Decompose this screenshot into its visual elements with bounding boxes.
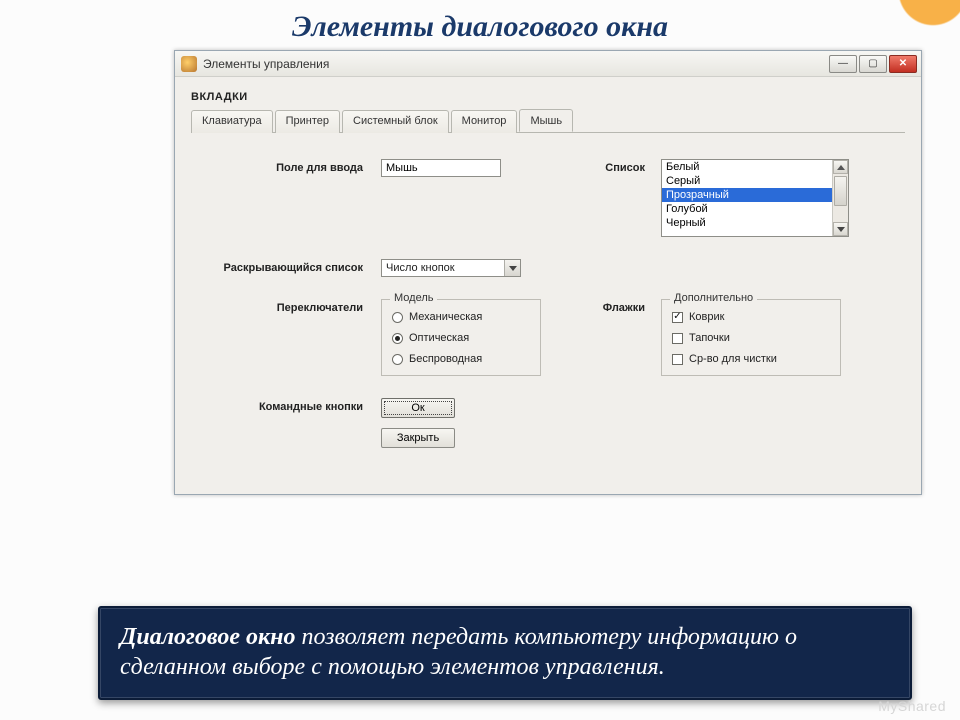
label-buttons: Командные кнопки [211, 398, 381, 413]
dropdown-button[interactable] [504, 260, 520, 276]
minimize-button[interactable]: — [829, 55, 857, 73]
check-group: Дополнительно ✓ Коврик Тапочки Ср-во для… [661, 299, 841, 376]
close-icon: ✕ [899, 58, 907, 69]
checkbox-icon [672, 333, 683, 344]
list-item[interactable]: Голубой [662, 202, 832, 216]
ok-button[interactable]: Ок [381, 398, 455, 418]
tab-mouse[interactable]: Мышь [519, 109, 573, 132]
close-dialog-button[interactable]: Закрыть [381, 428, 455, 448]
tab-system-unit[interactable]: Системный блок [342, 110, 449, 133]
check-option[interactable]: Ср-во для чистки [672, 353, 830, 365]
window-title: Элементы управления [203, 57, 829, 71]
titlebar[interactable]: Элементы управления — ▢ ✕ [175, 51, 921, 77]
tab-monitor[interactable]: Монитор [451, 110, 518, 133]
list-item[interactable]: Черный [662, 216, 832, 230]
app-icon [181, 56, 197, 72]
close-button[interactable]: ✕ [889, 55, 917, 73]
slide-decoration [870, 0, 960, 46]
dialog-window: Элементы управления — ▢ ✕ ВКЛАДКИ Клавиа… [174, 50, 922, 495]
chevron-down-icon [509, 266, 517, 271]
slide-caption: Диалоговое окно позволяет передать компь… [98, 606, 912, 700]
list-items: Белый Серый Прозрачный Голубой Черный [662, 160, 832, 236]
label-input: Поле для ввода [211, 159, 381, 174]
watermark: MyShared [878, 698, 946, 714]
chevron-up-icon [837, 165, 845, 170]
radio-label: Беспроводная [409, 353, 482, 365]
label-radios: Переключатели [211, 299, 381, 314]
dropdown[interactable]: Число кнопок [381, 259, 521, 277]
section-heading: ВКЛАДКИ [191, 91, 905, 103]
form-area: Поле для ввода Список Белый Серый Прозра… [191, 133, 905, 478]
check-group-legend: Дополнительно [670, 292, 757, 304]
tab-bar: Клавиатура Принтер Системный блок Монито… [191, 109, 905, 133]
client-area: ВКЛАДКИ Клавиатура Принтер Системный бло… [175, 77, 921, 494]
maximize-icon: ▢ [868, 58, 877, 69]
text-input[interactable] [381, 159, 501, 177]
radio-icon [392, 354, 403, 365]
label-checks: Флажки [551, 299, 661, 314]
scroll-thumb[interactable] [834, 176, 847, 206]
checkbox-icon [672, 354, 683, 365]
slide-title: Элементы диалогового окна [0, 0, 960, 50]
chevron-down-icon [837, 227, 845, 232]
radio-option-selected[interactable]: Оптическая [392, 332, 530, 344]
listbox[interactable]: Белый Серый Прозрачный Голубой Черный [661, 159, 849, 237]
label-dropdown: Раскрывающийся список [211, 259, 381, 274]
check-option[interactable]: Тапочки [672, 332, 830, 344]
radio-label: Механическая [409, 311, 482, 323]
dropdown-value: Число кнопок [382, 260, 504, 276]
list-item[interactable]: Серый [662, 174, 832, 188]
list-item-selected[interactable]: Прозрачный [662, 188, 832, 202]
scroll-track[interactable] [833, 174, 848, 222]
maximize-button[interactable]: ▢ [859, 55, 887, 73]
radio-label: Оптическая [409, 332, 469, 344]
scroll-down-button[interactable] [833, 222, 848, 236]
label-list: Список [551, 159, 661, 174]
scrollbar[interactable] [832, 160, 848, 236]
radio-option[interactable]: Беспроводная [392, 353, 530, 365]
checkbox-checked-icon: ✓ [672, 312, 683, 323]
check-option[interactable]: ✓ Коврик [672, 311, 830, 323]
radio-icon [392, 333, 403, 344]
radio-option[interactable]: Механическая [392, 311, 530, 323]
list-item[interactable]: Белый [662, 160, 832, 174]
tab-keyboard[interactable]: Клавиатура [191, 110, 273, 133]
check-label: Коврик [689, 311, 724, 323]
tab-printer[interactable]: Принтер [275, 110, 340, 133]
radio-group: Модель Механическая Оптическая Беспровод… [381, 299, 541, 376]
radio-group-legend: Модель [390, 292, 437, 304]
minimize-icon: — [838, 58, 848, 69]
check-label: Тапочки [689, 332, 730, 344]
caption-bold: Диалоговое окно [120, 624, 295, 650]
check-label: Ср-во для чистки [689, 353, 777, 365]
scroll-up-button[interactable] [833, 160, 848, 174]
radio-icon [392, 312, 403, 323]
